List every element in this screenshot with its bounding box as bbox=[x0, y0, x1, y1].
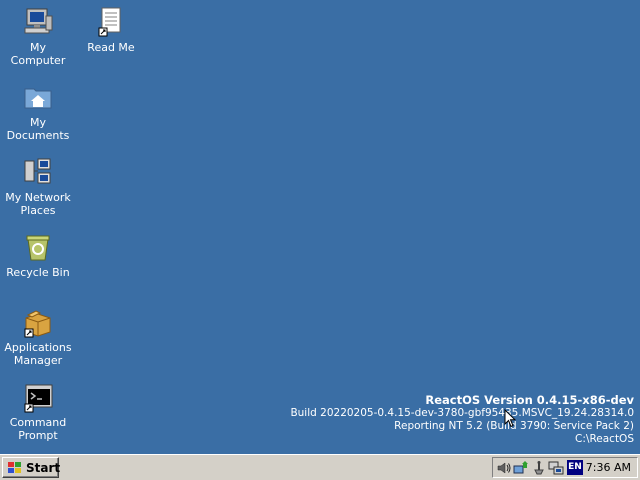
system-tray: EN 7:36 AM bbox=[492, 457, 638, 478]
desktop-icon-label: Command Prompt bbox=[9, 416, 67, 442]
desktop-icon-command-prompt[interactable]: Command Prompt bbox=[0, 381, 76, 442]
package-box-icon bbox=[24, 310, 51, 338]
network-icon bbox=[24, 158, 51, 184]
desktop-icon-label: Recycle Bin bbox=[6, 266, 70, 279]
desktop-icon-label: Read Me bbox=[87, 41, 135, 54]
clock[interactable]: 7:36 AM bbox=[586, 461, 631, 474]
display-icon[interactable] bbox=[548, 460, 564, 476]
desktop[interactable]: My Computer Read Me My Documents My Netw… bbox=[0, 0, 640, 454]
version-reporting: Reporting NT 5.2 (Build 3790: Service Pa… bbox=[394, 420, 634, 432]
desktop-icon-applications-manager[interactable]: Applications Manager bbox=[0, 306, 76, 367]
volume-icon[interactable] bbox=[496, 460, 512, 476]
version-info: ReactOS Version 0.4.15-x86-dev Build 202… bbox=[290, 394, 634, 446]
version-title: ReactOS Version 0.4.15-x86-dev bbox=[425, 393, 634, 407]
safely-remove-icon[interactable] bbox=[531, 460, 547, 476]
reactos-logo-icon bbox=[8, 462, 21, 473]
mouse-cursor-icon bbox=[504, 409, 516, 428]
network-status-icon[interactable] bbox=[513, 460, 529, 476]
desktop-icon-my-documents[interactable]: My Documents bbox=[0, 81, 76, 142]
start-button[interactable]: Start bbox=[2, 457, 61, 478]
recycle-bin-icon bbox=[26, 235, 50, 261]
desktop-icon-my-computer[interactable]: My Computer bbox=[0, 6, 76, 67]
start-label: Start bbox=[26, 461, 61, 475]
desktop-icon-label: My Network Places bbox=[5, 191, 71, 217]
taskbar: Start EN 7:36 AM bbox=[0, 454, 640, 480]
computer-icon bbox=[24, 8, 53, 34]
version-build: Build 20220205-0.4.15-dev-3780-gbf95435.… bbox=[290, 407, 634, 419]
desktop-icon-label: My Documents bbox=[6, 116, 70, 142]
console-icon bbox=[24, 384, 53, 413]
desktop-icon-my-network-places[interactable]: My Network Places bbox=[0, 156, 76, 217]
folder-home-icon bbox=[24, 88, 52, 109]
document-icon bbox=[98, 7, 121, 37]
desktop-icon-recycle-bin[interactable]: Recycle Bin bbox=[0, 231, 76, 279]
desktop-icon-read-me[interactable]: Read Me bbox=[73, 6, 149, 54]
language-indicator[interactable]: EN bbox=[567, 460, 583, 475]
desktop-icon-label: My Computer bbox=[10, 41, 66, 67]
version-path: C:\ReactOS bbox=[575, 433, 634, 445]
desktop-icon-label: Applications Manager bbox=[4, 341, 72, 367]
